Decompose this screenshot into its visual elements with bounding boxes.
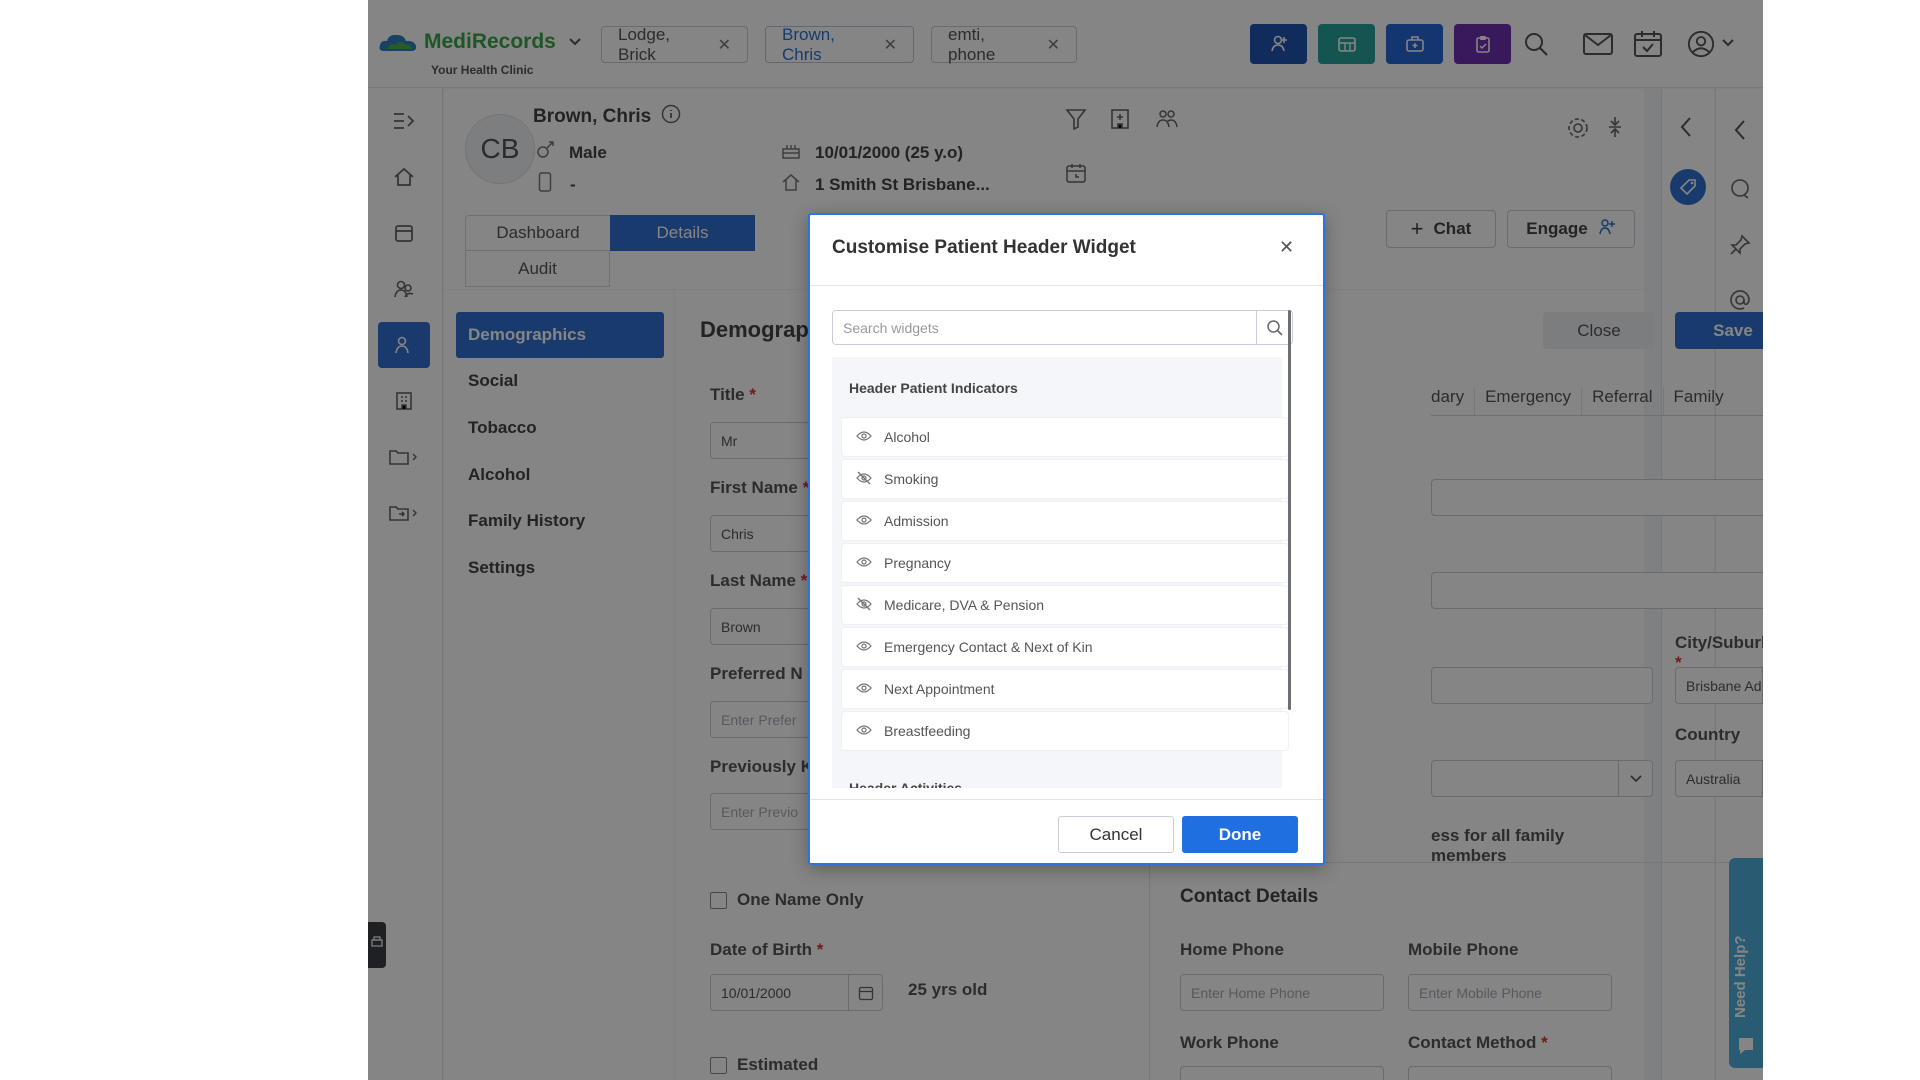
eye-icon[interactable]: [856, 639, 872, 655]
widget-label: Smoking: [884, 471, 939, 487]
eye-icon[interactable]: [856, 429, 872, 445]
widget-row-breastfeeding[interactable]: Breastfeeding: [842, 712, 1288, 750]
dialog-header-divider: [810, 285, 1323, 286]
app-window: MediRecords Your Health Clinic Lodge, Br…: [368, 0, 1763, 1080]
widget-row-medicare[interactable]: Medicare, DVA & Pension: [842, 586, 1288, 624]
customise-widget-dialog: Customise Patient Header Widget ✕ Search…: [808, 213, 1325, 865]
next-group-title: Header Activities: [849, 780, 963, 788]
dialog-footer-divider: [810, 799, 1323, 800]
widget-row-smoking[interactable]: Smoking: [842, 460, 1288, 498]
widget-label: Medicare, DVA & Pension: [884, 597, 1045, 613]
eye-off-icon[interactable]: [856, 471, 872, 488]
cancel-button[interactable]: Cancel: [1058, 816, 1174, 853]
search-icon[interactable]: [1256, 311, 1292, 344]
eye-icon[interactable]: [856, 555, 872, 571]
widget-row-next-appointment[interactable]: Next Appointment: [842, 670, 1288, 708]
eye-icon[interactable]: [856, 681, 872, 697]
widget-label: Emergency Contact & Next of Kin: [884, 639, 1093, 655]
widget-row-emergency-contact[interactable]: Emergency Contact & Next of Kin: [842, 628, 1288, 666]
widget-label: Next Appointment: [884, 681, 995, 697]
widget-label: Breastfeeding: [884, 723, 971, 739]
dialog-title: Customise Patient Header Widget: [832, 237, 1136, 258]
eye-icon[interactable]: [856, 723, 872, 739]
eye-icon[interactable]: [856, 513, 872, 529]
close-icon[interactable]: ✕: [1279, 237, 1294, 258]
widget-row-admission[interactable]: Admission: [842, 502, 1288, 540]
widget-row-pregnancy[interactable]: Pregnancy: [842, 544, 1288, 582]
eye-off-icon[interactable]: [856, 597, 872, 614]
widget-list-area: Search widgets Header Patient Indicators…: [832, 310, 1293, 788]
search-placeholder: Search widgets: [843, 319, 939, 336]
widget-label: Pregnancy: [884, 555, 951, 571]
search-widgets-input[interactable]: Search widgets: [832, 310, 1293, 345]
group-title: Header Patient Indicators: [849, 380, 1018, 396]
widget-row-alcohol[interactable]: Alcohol: [842, 418, 1288, 456]
widget-label: Alcohol: [884, 429, 930, 445]
scrollbar-thumb[interactable]: [1288, 310, 1291, 710]
done-button[interactable]: Done: [1182, 816, 1298, 853]
widget-label: Admission: [884, 513, 949, 529]
